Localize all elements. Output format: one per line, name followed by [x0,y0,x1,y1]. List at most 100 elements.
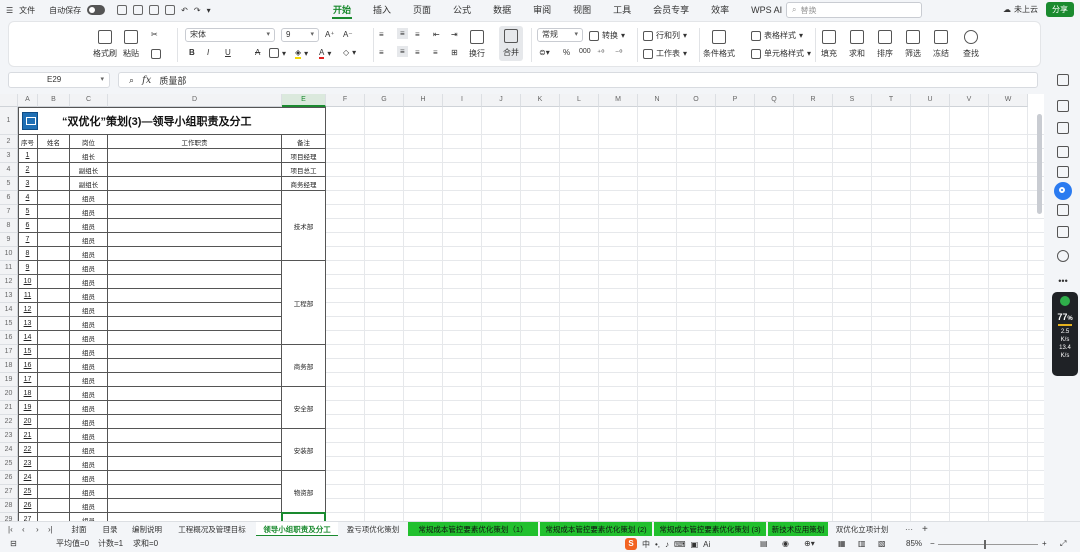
read-mode-icon[interactable]: ▤ [760,536,768,552]
role-cell[interactable]: 组员 [70,261,108,275]
font-size-select[interactable]: 9 ▾ [281,28,319,42]
row-header[interactable]: 2 [0,135,18,149]
role-cell[interactable]: 组员 [70,499,108,513]
print-icon[interactable] [149,5,160,15]
sheet-tab[interactable]: 双优化立项计划 [830,522,894,537]
row-index-cell[interactable]: 16 [18,359,38,373]
duty-cell[interactable] [108,331,282,345]
name-cell[interactable] [38,191,70,205]
tab-data[interactable]: 数据 [482,0,522,20]
name-cell[interactable] [38,275,70,289]
decimal-decrease-button[interactable]: ⁻⁰ [615,48,622,57]
duty-cell[interactable] [108,345,282,359]
tab-efficiency[interactable]: 效率 [700,0,740,20]
duty-cell[interactable] [108,457,282,471]
name-cell[interactable] [38,149,70,163]
spreadsheet-grid[interactable]: A B C D E F G H I J K L M N O P Q R S T U V W 1 2 3 4 5 6 7 8 9 10 11 12 13… [0,94,1044,522]
column-header[interactable]: K [521,94,560,107]
skin-icon[interactable]: ▣ [691,540,699,549]
row-header[interactable]: 27 [0,485,18,499]
more-sheets-button[interactable]: ··· [905,522,913,537]
row-header[interactable]: 16 [0,331,18,345]
formula-input[interactable]: ⌕ fx 质量部 [118,72,1038,88]
note-cell[interactable]: 项目经理 [282,149,326,163]
department-cell[interactable]: 安装部 [282,429,326,471]
role-cell[interactable]: 组员 [70,289,108,303]
duty-cell[interactable] [108,205,282,219]
row-index-cell[interactable]: 10 [18,275,38,289]
row-header[interactable]: 21 [0,401,18,415]
column-header[interactable]: J [482,94,521,107]
zoom-slider-handle[interactable] [984,540,986,549]
next-sheet-icon[interactable]: › [36,522,39,537]
role-cell[interactable]: 组员 [70,485,108,499]
column-header[interactable]: G [365,94,404,107]
row-index-cell[interactable]: 20 [18,415,38,429]
select-icon[interactable] [1057,100,1069,112]
name-cell[interactable] [38,443,70,457]
name-cell[interactable] [38,345,70,359]
name-cell[interactable] [38,233,70,247]
column-header[interactable]: D [108,94,282,107]
name-cell[interactable] [38,303,70,317]
backup-icon[interactable] [1057,204,1069,216]
tab-review[interactable]: 审阅 [522,0,562,20]
row-index-cell[interactable]: 17 [18,373,38,387]
italic-button[interactable]: I [207,48,209,57]
convert-button[interactable]: 转换 ▾ [589,30,625,41]
expand-icon[interactable] [1057,74,1069,86]
duty-cell[interactable] [108,303,282,317]
font-color-button[interactable]: A ▾ [319,48,331,59]
align-top-button[interactable]: ≡ [379,30,384,39]
column-header[interactable]: U [911,94,950,107]
name-cell[interactable] [38,219,70,233]
row-index-cell[interactable]: 6 [18,219,38,233]
duty-cell[interactable] [108,443,282,457]
role-cell[interactable]: 组员 [70,373,108,387]
add-sheet-button[interactable]: + [922,522,928,537]
cloud-status[interactable]: ☁ 未上云 [1003,4,1038,15]
column-header[interactable]: S [833,94,872,107]
font-name-select[interactable]: 宋体 ▾ [185,28,275,42]
department-cell[interactable]: 商务部 [282,345,326,387]
row-header[interactable]: 4 [0,163,18,177]
column-header[interactable]: T [872,94,911,107]
sheet-tab[interactable]: 盈亏项优化策划 [340,522,406,537]
department-cell[interactable]: 工程部 [282,261,326,345]
row-header[interactable]: 14 [0,303,18,317]
currency-button[interactable]: ⊜▾ [539,48,550,57]
name-cell[interactable] [38,331,70,345]
ai-assistant-icon[interactable] [1054,182,1072,200]
name-cell[interactable] [38,261,70,275]
role-cell[interactable]: 组员 [70,429,108,443]
name-cell[interactable] [38,457,70,471]
tab-home[interactable]: 开始 [322,0,362,20]
row-index-cell[interactable]: 7 [18,233,38,247]
duty-cell[interactable] [108,429,282,443]
duty-cell[interactable] [108,359,282,373]
zoom-slider[interactable] [938,544,1038,545]
align-left-button[interactable]: ≡ [379,48,384,57]
duty-cell[interactable] [108,499,282,513]
indent-decrease-button[interactable]: ⇤ [433,30,440,39]
role-cell[interactable]: 组员 [70,401,108,415]
row-header[interactable]: 24 [0,443,18,457]
column-header[interactable]: E [282,94,326,107]
fill-color-button[interactable]: ◈ ▾ [295,48,308,59]
save-icon[interactable] [117,5,128,15]
indent-increase-button[interactable]: ⇥ [451,30,458,39]
help-icon[interactable] [1057,250,1069,262]
format-painter-button[interactable]: 格式刷 [93,30,117,59]
name-cell[interactable] [38,415,70,429]
column-header[interactable]: B [38,94,70,107]
align-right-button[interactable]: ≡ [415,48,420,57]
role-cell[interactable]: 组员 [70,331,108,345]
zoom-out-button[interactable]: − [930,536,935,552]
merge-button[interactable]: 合并 [499,26,523,61]
duty-cell[interactable] [108,471,282,485]
column-header[interactable]: A [18,94,38,107]
row-header[interactable]: 12 [0,275,18,289]
tab-tools[interactable]: 工具 [602,0,642,20]
sheet-tab[interactable]: 常规成本管控要素优化策划 (3) [654,522,766,537]
row-index-cell[interactable]: 24 [18,471,38,485]
